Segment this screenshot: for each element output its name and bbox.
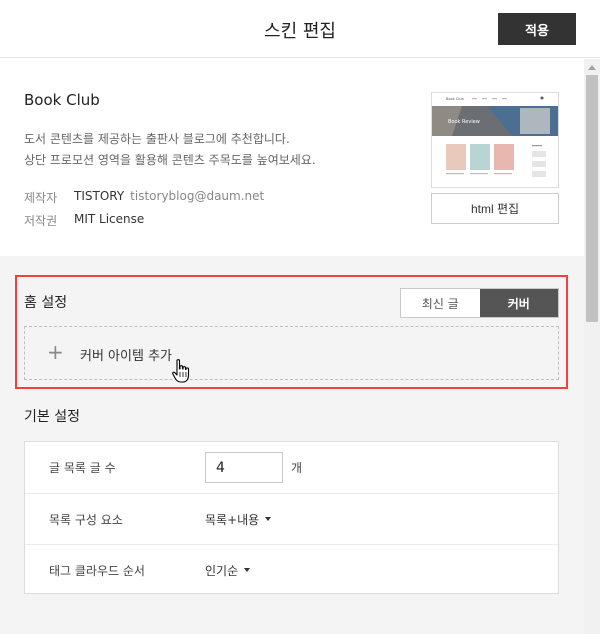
- caret-down-icon: [244, 568, 251, 572]
- basic-settings-title: 기본 설정: [24, 409, 80, 425]
- basic-settings-table: 글 목록 글 수 개 목록 구성 요소 목록+내용 태그 클라우드 순서 인기순: [24, 441, 559, 594]
- vertical-scrollbar[interactable]: [584, 59, 600, 634]
- tag-cloud-order-value: 인기순: [205, 563, 239, 578]
- setting-row-list-elements: 목록 구성 요소 목록+내용: [25, 493, 558, 544]
- skin-description-line: 도서 콘텐츠를 제공하는 출판사 블로그에 추천합니다.: [24, 132, 290, 146]
- post-count-unit: 개: [291, 461, 303, 475]
- skin-name: Book Club: [24, 91, 100, 109]
- scroll-up-arrow-icon[interactable]: [588, 65, 596, 70]
- license-row: 저작권 MIT License: [24, 212, 144, 229]
- home-type-tabs: 최신 글 커버: [400, 288, 559, 318]
- skin-info-section: Book Club 도서 콘텐츠를 제공하는 출판사 블로그에 추천합니다. 상…: [0, 59, 584, 256]
- skin-description-line: 상단 프로모션 영역을 활용해 콘텐츠 주목도를 높여보세요.: [24, 153, 316, 167]
- license-value: MIT License: [74, 212, 145, 226]
- license-label: 저작권: [24, 214, 58, 228]
- tab-cover[interactable]: 커버: [479, 289, 558, 317]
- add-cover-item-label: 커버 아이템 추가: [80, 349, 172, 364]
- skin-preview-thumbnail: Book Club Book Review: [431, 92, 559, 188]
- editor-scroll-area: Book Club 도서 콘텐츠를 제공하는 출판사 블로그에 추천합니다. 상…: [0, 59, 584, 634]
- scrollbar-thumb[interactable]: [586, 75, 598, 322]
- list-elements-label: 목록 구성 요소: [49, 512, 123, 527]
- maker-email: tistoryblog@daum.net: [130, 189, 265, 203]
- thumb-banner-text: Book Review: [448, 119, 480, 125]
- apply-button[interactable]: 적용: [498, 13, 576, 45]
- tag-cloud-order-label: 태그 클라우드 순서: [49, 563, 145, 578]
- list-elements-dropdown[interactable]: 목록+내용: [205, 511, 272, 528]
- plus-icon: +: [47, 340, 64, 364]
- hand-pointer-cursor: [172, 359, 190, 383]
- caret-down-icon: [265, 517, 272, 521]
- add-cover-item-button[interactable]: + 커버 아이템 추가: [24, 326, 559, 380]
- tag-cloud-order-dropdown[interactable]: 인기순: [205, 562, 251, 579]
- setting-row-post-count: 글 목록 글 수 개: [25, 442, 558, 493]
- tab-recent-posts[interactable]: 최신 글: [401, 289, 480, 317]
- setting-row-tag-cloud-order: 태그 클라우드 순서 인기순: [25, 544, 558, 595]
- list-elements-value: 목록+내용: [205, 512, 260, 527]
- post-count-input[interactable]: [205, 452, 283, 483]
- skin-description: 도서 콘텐츠를 제공하는 출판사 블로그에 추천합니다. 상단 프로모션 영역을…: [24, 129, 316, 171]
- thumb-brand-text: Book Club: [446, 97, 464, 101]
- top-header: 스킨 편집 적용: [0, 0, 600, 58]
- post-count-label: 글 목록 글 수: [49, 461, 116, 475]
- maker-label: 제작자: [24, 191, 58, 205]
- html-edit-button[interactable]: html 편집: [431, 193, 559, 224]
- skin-preview-image: Book Club Book Review: [432, 93, 558, 187]
- maker-row: 제작자 TISTORY tistoryblog@daum.net: [24, 189, 264, 206]
- post-count-control: 개: [205, 452, 302, 483]
- home-settings-title: 홈 설정: [24, 295, 68, 311]
- maker-name: TISTORY: [74, 189, 125, 203]
